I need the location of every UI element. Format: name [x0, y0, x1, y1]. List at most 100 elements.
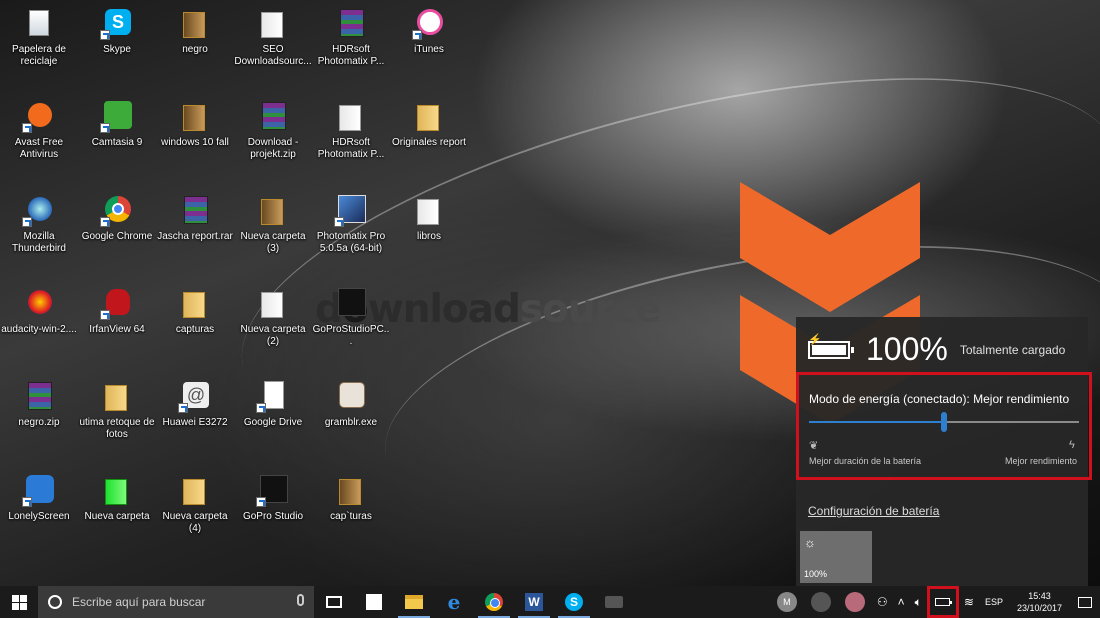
desktop-icon-recycle-bin[interactable]: Papelera de reciclaje — [0, 0, 78, 80]
desktop-icon-avast[interactable]: Avast Free Antivirus — [0, 93, 78, 173]
chevron-up-icon[interactable]: ˄ — [898, 595, 905, 609]
gopro-icon — [334, 286, 368, 320]
contact-avatar[interactable] — [844, 592, 865, 612]
desktop-icon-negro[interactable]: negro — [156, 0, 234, 80]
desktop-icon-hdrsoft-1[interactable]: HDRsoft Photomatix P... — [312, 0, 390, 80]
gramblr-icon — [334, 379, 368, 413]
word-icon: W — [525, 593, 543, 611]
leaf-icon: ❦ — [809, 440, 819, 452]
contact-avatar[interactable] — [810, 592, 831, 612]
desktop-icon-utima-retoque[interactable]: utima retoque de fotos — [78, 373, 156, 453]
folder-icon — [256, 286, 290, 320]
desktop-icon-nueva-carpeta-3[interactable]: Nueva carpeta (3) — [234, 187, 312, 267]
desktop-icon-label: Camtasia 9 — [91, 137, 143, 148]
folder-icon — [100, 379, 134, 413]
language-indicator[interactable]: ESP — [985, 597, 1003, 607]
best-battery-label: Mejor duración de la batería — [809, 456, 922, 466]
desktop-icon-label: Papelera de reciclaje — [12, 44, 66, 67]
desktop-icon-label: HDRsoft Photomatix P... — [317, 44, 385, 67]
desktop-icon-audacity[interactable]: audacity-win-2.... — [0, 280, 78, 360]
desktop-icon-label: gramblr.exe — [324, 417, 378, 428]
desktop-icon-negro-zip[interactable]: negro.zip — [0, 373, 78, 453]
microphone-icon[interactable] — [297, 594, 304, 606]
desktop-icon-label: Jascha report.rar — [157, 231, 233, 242]
store-button[interactable] — [354, 586, 394, 618]
desktop-icon-label: libros — [417, 231, 441, 242]
desktop-icon-skype[interactable]: S Skype — [78, 0, 156, 80]
action-center-button[interactable] — [1070, 586, 1100, 618]
battery-icon: ⚡ — [808, 334, 854, 359]
folder-icon — [334, 99, 368, 133]
taskbar: Escribe aquí para buscar e W S M ⚇ ˄ 🔈︎ … — [0, 586, 1100, 618]
desktop-icon-originales-report[interactable]: Originales report — [390, 93, 468, 173]
chrome-icon — [100, 193, 134, 227]
desktop-icon-jascha-report[interactable]: Jascha report.rar — [156, 187, 234, 267]
desktop-icon-label: Skype — [103, 44, 131, 55]
power-mode-slider-thumb[interactable] — [941, 412, 947, 432]
desktop-icon-huawei[interactable]: @ Huawei E3272 — [156, 373, 234, 453]
desktop-icon-download-projekt[interactable]: Download - projekt.zip — [234, 93, 312, 173]
media-app-button[interactable] — [594, 586, 634, 618]
desktop-icon-camtasia[interactable]: Camtasia 9 — [78, 93, 156, 173]
desktop-icon-label: IrfanView 64 — [89, 324, 145, 335]
desktop-icon-capturas-2[interactable]: cap`turas — [312, 467, 390, 547]
desktop-icon-label: windows 10 fall — [161, 137, 229, 148]
start-button[interactable] — [0, 586, 38, 618]
contact-avatar-m[interactable]: M — [776, 592, 797, 612]
desktop-icon-irfanview[interactable]: IrfanView 64 — [78, 280, 156, 360]
desktop-icon-label: Nueva carpeta (4) — [162, 511, 228, 534]
sun-icon: ☼ — [804, 535, 816, 550]
desktop-icon-label: utima retoque de fotos — [79, 417, 155, 440]
desktop-icon-gopro-studio[interactable]: GoPro Studio — [234, 467, 312, 547]
people-icon[interactable]: ⚇ — [877, 595, 888, 609]
chrome-icon — [485, 593, 503, 611]
wifi-icon[interactable]: ≋ — [964, 595, 974, 609]
edge-button[interactable]: e — [434, 586, 474, 618]
desktop-icon-label: negro — [182, 44, 208, 55]
search-box[interactable]: Escribe aquí para buscar — [38, 586, 314, 618]
desktop-icon-google-drive[interactable]: Google Drive — [234, 373, 312, 453]
winrar-archive-icon — [22, 379, 56, 413]
desktop-icon-libros[interactable]: libros — [390, 187, 468, 267]
desktop-icon-hdrsoft-2[interactable]: HDRsoft Photomatix P... — [312, 93, 390, 173]
desktop-icon-label: Huawei E3272 — [162, 417, 228, 428]
desktop-icon-windows-10-fall[interactable]: windows 10 fall — [156, 93, 234, 173]
desktop-icon-nueva-carpeta-2[interactable]: Nueva carpeta (2) — [234, 280, 312, 360]
notification-icon — [1078, 596, 1092, 608]
huawei-icon: @ — [178, 379, 212, 413]
task-view-button[interactable] — [314, 586, 354, 618]
word-button[interactable]: W — [514, 586, 554, 618]
folder-icon — [256, 193, 290, 227]
desktop-icon-seo-downloadsource[interactable]: SEO Downloadsourc... — [234, 0, 312, 80]
desktop-icon-itunes[interactable]: iTunes — [390, 0, 468, 80]
desktop-icon-label: Google Chrome — [81, 231, 153, 242]
desktop-icon-nueva-carpeta-4[interactable]: Nueva carpeta (4) — [156, 467, 234, 547]
desktop-icon-lonelyscreen[interactable]: LonelyScreen — [0, 467, 78, 547]
folder-icon — [412, 99, 446, 133]
desktop-icon-label: LonelyScreen — [8, 511, 70, 522]
volume-icon[interactable]: 🔈︎ — [915, 595, 922, 610]
battery-tray-button[interactable] — [926, 586, 959, 618]
desktop-icon-label: capturas — [175, 324, 215, 335]
battery-settings-link[interactable]: Configuración de batería — [808, 504, 939, 518]
desktop-icon-nueva-carpeta[interactable]: Nueva carpeta — [78, 467, 156, 547]
skype-button[interactable]: S — [554, 586, 594, 618]
folder-icon — [334, 473, 368, 507]
desktop-icon-label: negro.zip — [18, 417, 60, 428]
desktop-icon-google-chrome[interactable]: Google Chrome — [78, 187, 156, 267]
desktop-icon-label: Mozilla Thunderbird — [12, 231, 66, 254]
desktop-icon-label: GoProStudioPC... — [312, 324, 390, 347]
clock[interactable]: 15:43 23/10/2017 — [1017, 590, 1062, 614]
desktop-icon-label: Download - projekt.zip — [247, 137, 299, 160]
winrar-archive-icon — [256, 99, 290, 133]
chrome-button[interactable] — [474, 586, 514, 618]
desktop-icon-photomatix[interactable]: Photomatix Pro 5.0.5a (64-bit) — [312, 187, 390, 267]
desktop-icon-goprostudiopc[interactable]: GoProStudioPC... — [312, 280, 390, 360]
file-explorer-button[interactable] — [394, 586, 434, 618]
document-icon — [256, 379, 290, 413]
desktop-icon-capturas[interactable]: capturas — [156, 280, 234, 360]
brightness-tile[interactable]: ☼ 100% — [800, 531, 872, 583]
thunderbird-icon — [22, 193, 56, 227]
desktop-icon-thunderbird[interactable]: Mozilla Thunderbird — [0, 187, 78, 267]
desktop-icon-gramblr[interactable]: gramblr.exe — [312, 373, 390, 453]
